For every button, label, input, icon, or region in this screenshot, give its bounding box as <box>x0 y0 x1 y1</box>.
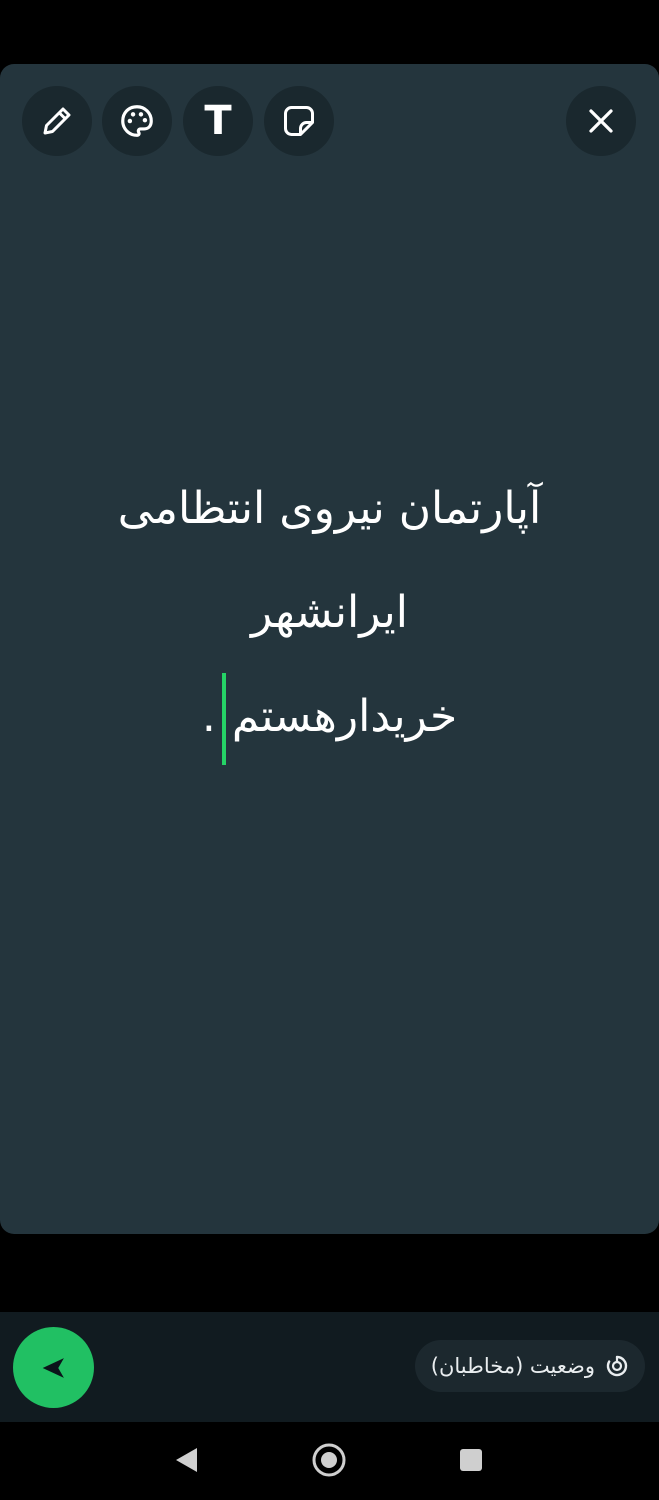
status-bar-area <box>0 0 659 64</box>
close-button[interactable] <box>566 86 636 156</box>
pencil-icon <box>43 107 71 135</box>
nav-home-button[interactable] <box>307 1438 351 1482</box>
status-audience-button[interactable]: وضعیت (مخاطبان) <box>414 1340 645 1392</box>
text-icon: T <box>204 98 232 144</box>
nav-recents-button[interactable] <box>449 1438 493 1482</box>
send-button[interactable] <box>13 1327 94 1408</box>
status-text-line: ایرانشهر <box>250 587 409 638</box>
status-text-line: آپارتمان نیروی انتظامی <box>117 483 542 534</box>
sticker-button[interactable] <box>264 86 334 156</box>
status-text-line-content: خریدارهستم <box>231 691 458 742</box>
palette-icon <box>121 105 153 137</box>
status-audience-label: وضعیت (مخاطبان) <box>430 1354 595 1378</box>
system-navigation-bar <box>0 1422 659 1500</box>
back-triangle-icon <box>176 1448 197 1472</box>
status-text-input[interactable]: آپارتمان نیروی انتظامی ایرانشهر خریدارهس… <box>40 457 619 769</box>
status-text-canvas[interactable]: T آپارتمان نیروی انتظامی ایرانشهر خریدار… <box>0 64 659 1234</box>
sticker-icon <box>284 106 314 136</box>
home-circle-icon <box>312 1443 346 1477</box>
text-style-button[interactable]: T <box>183 86 253 156</box>
pencil-button[interactable] <box>22 86 92 156</box>
text-cursor <box>221 673 226 765</box>
send-icon <box>42 1357 64 1378</box>
status-text-line: خریدارهستم. <box>40 665 619 769</box>
palette-button[interactable] <box>102 86 172 156</box>
nav-back-button[interactable] <box>164 1438 208 1482</box>
status-text-period: . <box>201 691 216 742</box>
close-icon <box>589 109 613 133</box>
bottom-bar: وضعیت (مخاطبان) <box>0 1312 659 1422</box>
recents-square-icon <box>460 1449 482 1471</box>
status-ring-icon <box>606 1355 628 1377</box>
